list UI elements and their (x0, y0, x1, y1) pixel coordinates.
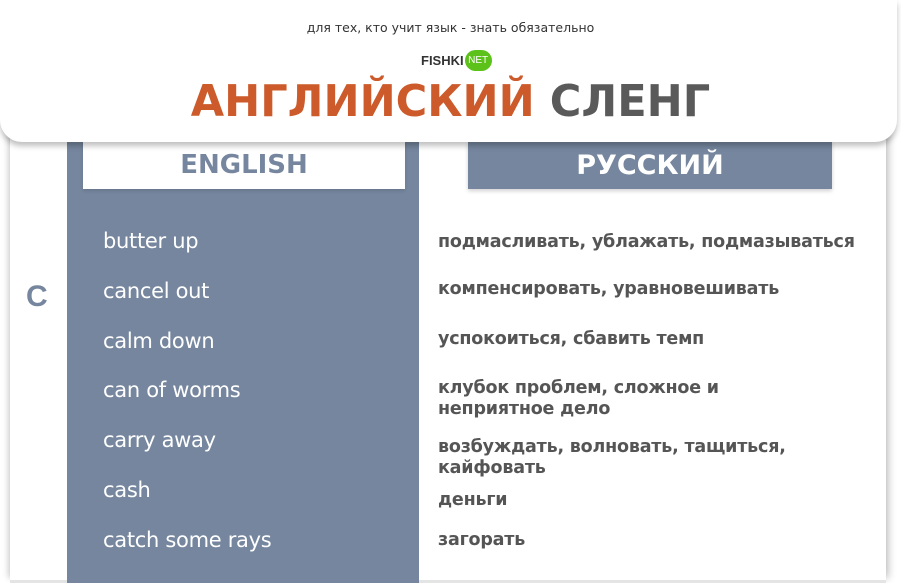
english-term: can of worms (103, 378, 241, 402)
english-term: cancel out (103, 279, 210, 303)
russian-translation: клубок проблем, сложное и неприятное дел… (438, 378, 719, 419)
russian-column-header: РУССКИЙ (468, 142, 832, 189)
english-column (67, 130, 419, 583)
russian-translation: загорать (438, 530, 526, 550)
page-title: АНГЛИЙСКИЙ СЛЕНГ (9, 74, 892, 130)
english-term: calm down (103, 329, 215, 353)
subtitle: для тех, кто учит язык - знать обязатель… (306, 20, 595, 35)
logo-text: FISHKI (421, 53, 464, 68)
english-header-label: ENGLISH (180, 149, 308, 180)
russian-header-label: РУССКИЙ (576, 150, 724, 181)
section-letter: C (26, 280, 48, 313)
english-term: carry away (103, 428, 216, 452)
title-part-slang: СЛЕНГ (549, 76, 711, 127)
logo-badge: NET (464, 50, 492, 71)
russian-translation: успокоиться, сбавить темп (438, 329, 705, 349)
russian-translation: возбуждать, волновать, тащиться, кайфова… (438, 437, 786, 478)
header-card: для тех, кто учит язык - знать обязатель… (0, 0, 897, 142)
russian-translation: деньги (438, 490, 508, 510)
russian-translation: подмасливать, ублажать, подмазываться (438, 232, 855, 252)
english-term: butter up (103, 229, 199, 253)
english-term: catch some rays (103, 528, 272, 552)
english-term: cash (103, 478, 151, 502)
russian-translation: компенсировать, уравновешивать (438, 279, 780, 299)
title-part-english: АНГЛИЙСКИЙ (190, 76, 535, 127)
english-column-header: ENGLISH (83, 140, 405, 189)
fishki-logo[interactable]: FISHKI NET (421, 50, 492, 71)
